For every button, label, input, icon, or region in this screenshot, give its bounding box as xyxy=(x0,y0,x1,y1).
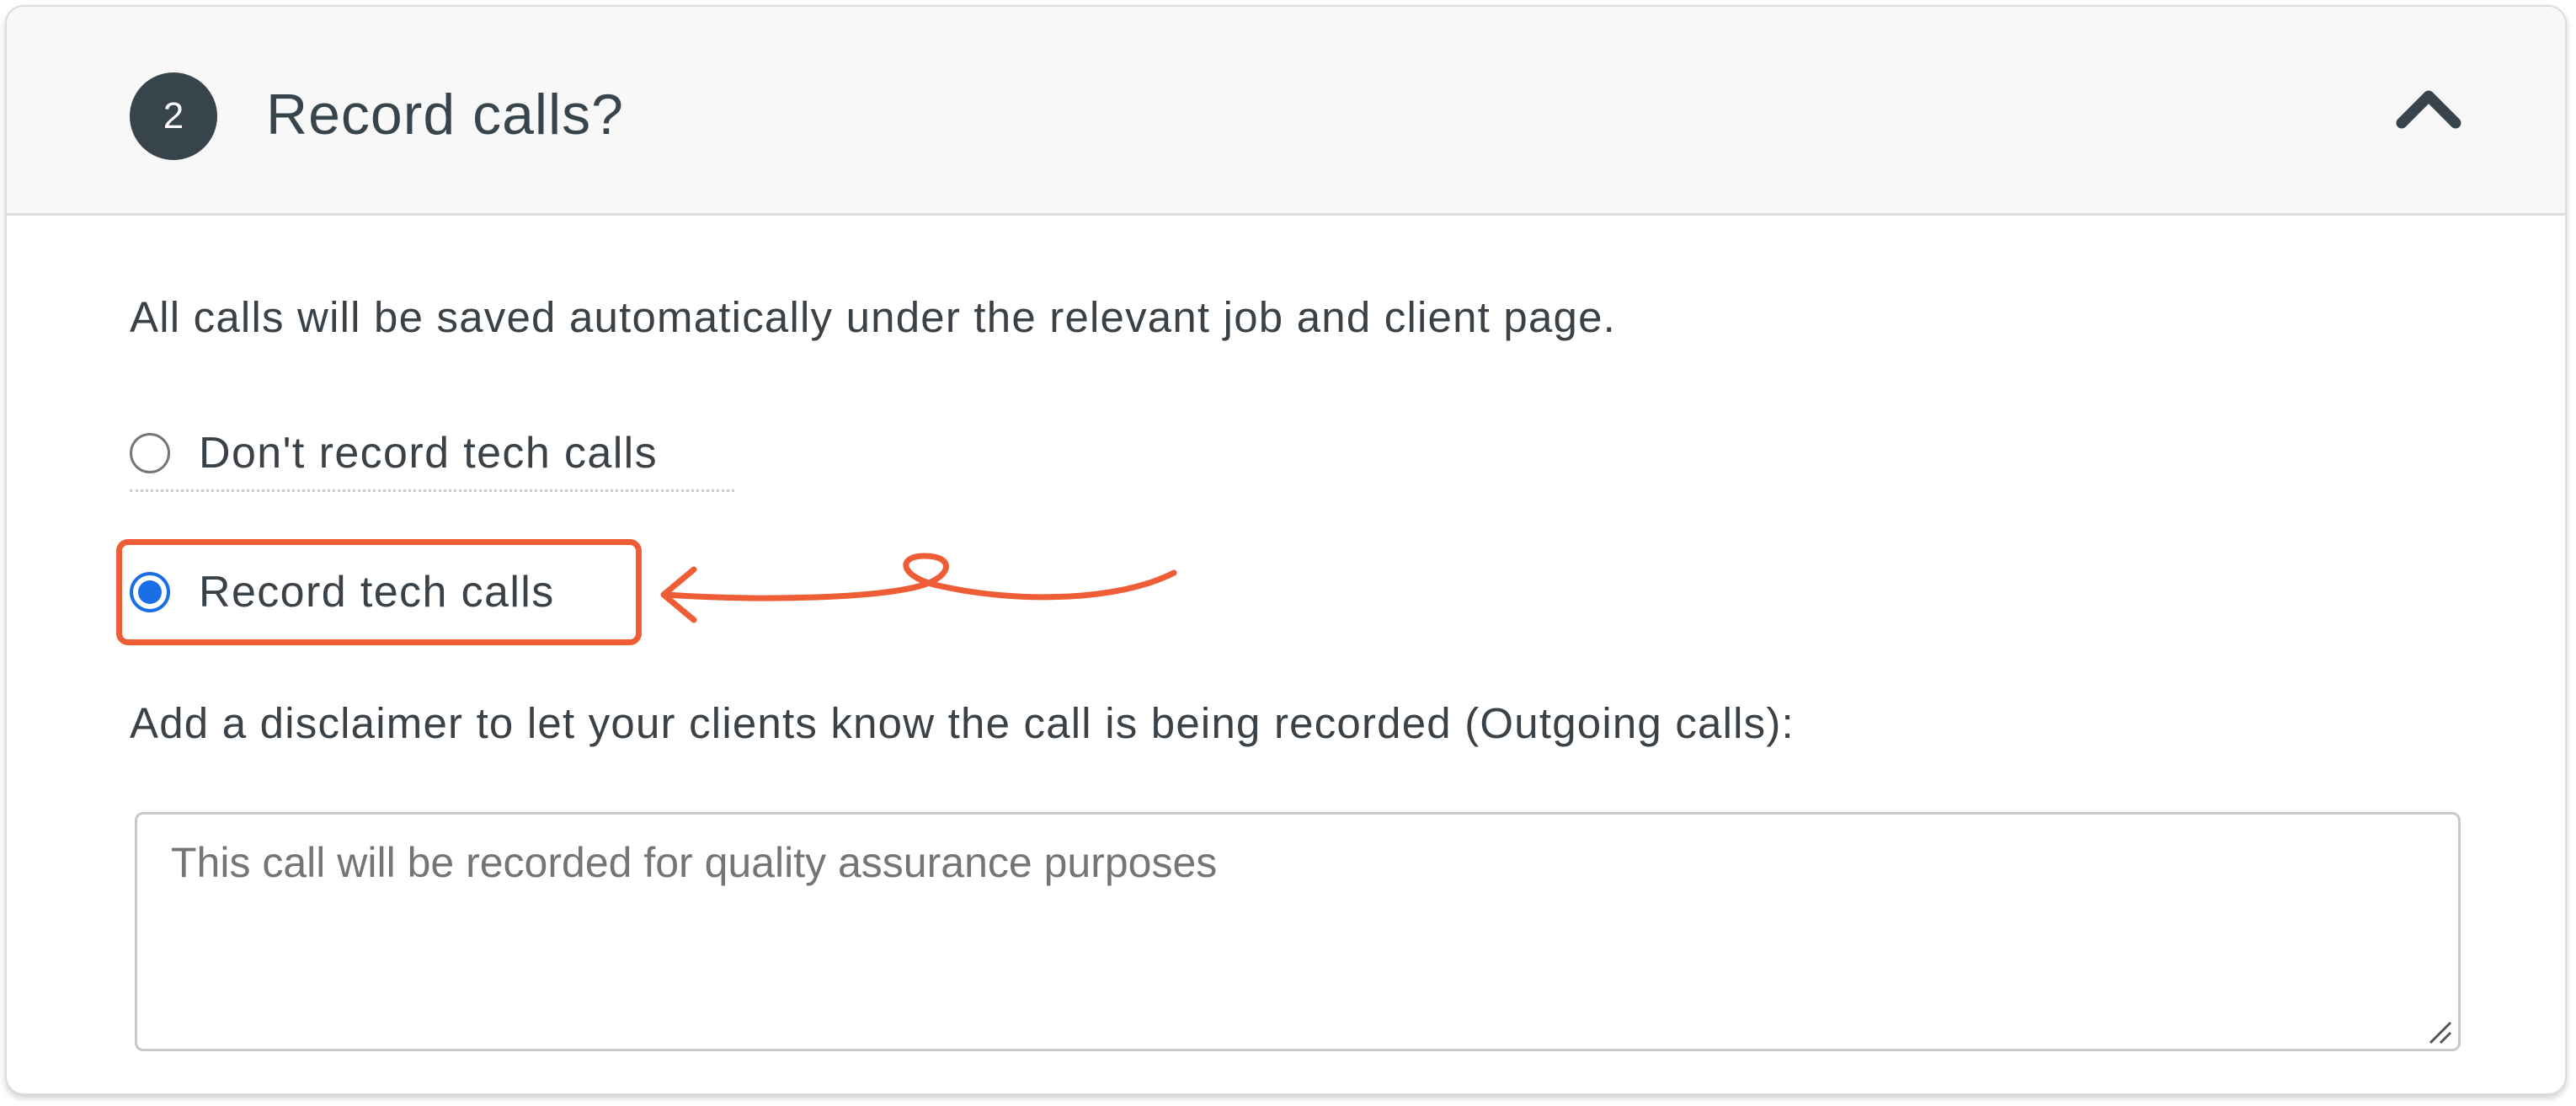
disclaimer-label: Add a disclaimer to let your clients kno… xyxy=(130,699,1795,747)
step-number-badge: 2 xyxy=(130,72,217,160)
radio-button-record[interactable] xyxy=(130,572,170,612)
radio-button-dont-record[interactable] xyxy=(130,432,170,473)
card-header[interactable]: 2 Record calls? xyxy=(7,7,2565,216)
step-number: 2 xyxy=(163,95,184,136)
radio-label-dont-record: Don't record tech calls xyxy=(199,428,659,478)
arrow-left-icon xyxy=(660,553,1177,623)
radio-option-record[interactable]: Record tech calls xyxy=(130,554,555,630)
disclaimer-textarea[interactable] xyxy=(135,812,2461,1051)
card-title: Record calls? xyxy=(266,83,624,147)
chevron-up-icon xyxy=(2396,90,2461,129)
intro-text: All calls will be saved automatically un… xyxy=(130,293,1617,341)
collapse-section-button[interactable] xyxy=(2390,79,2467,133)
resize-grip-icon[interactable] xyxy=(2425,1018,2454,1046)
record-calls-card: 2 Record calls? All calls will be saved … xyxy=(5,5,2567,1095)
radio-label-record: Record tech calls xyxy=(199,568,555,617)
radio-option-dont-record[interactable]: Don't record tech calls xyxy=(130,416,734,492)
